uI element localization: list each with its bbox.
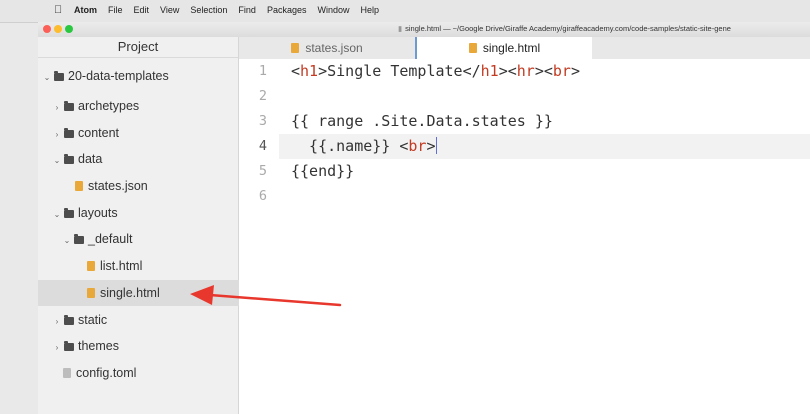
annotation-arrow-icon <box>190 285 342 307</box>
